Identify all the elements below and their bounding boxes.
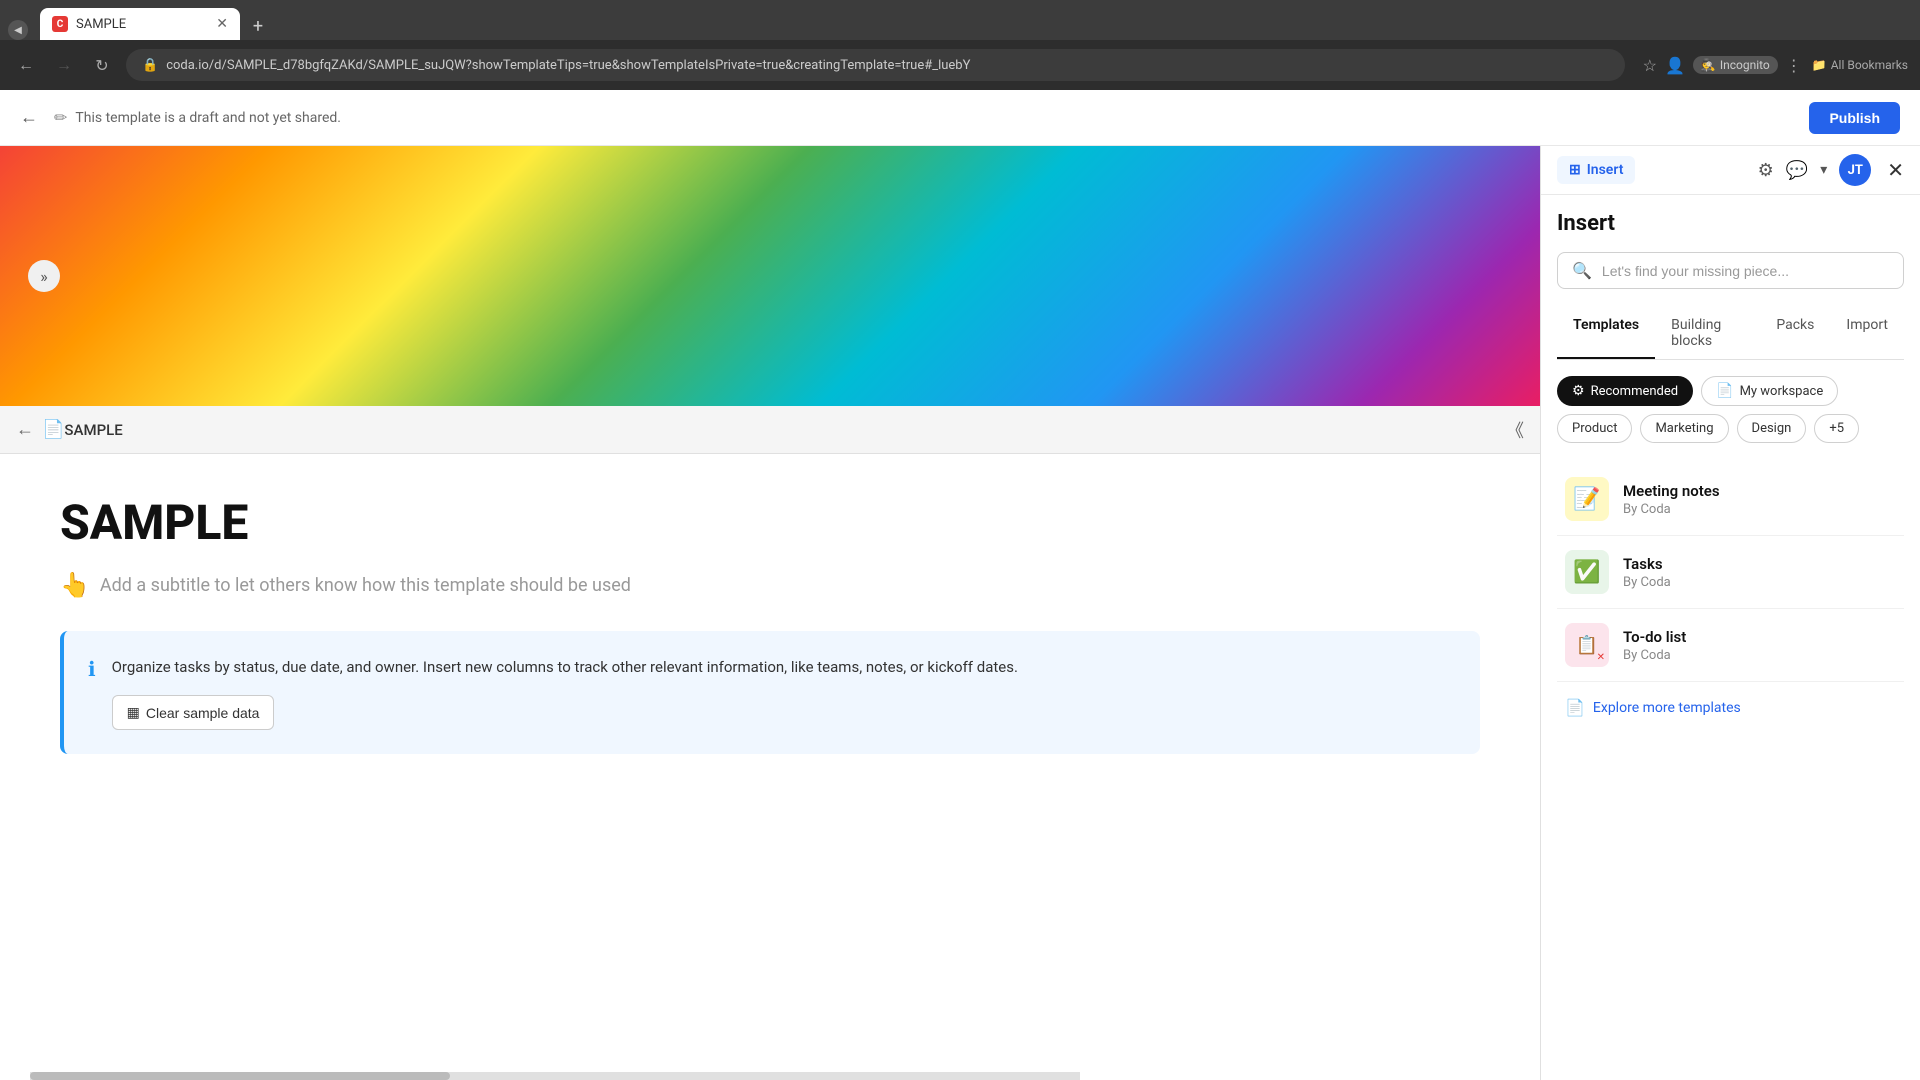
document-area: » ← 📄 SAMPLE 《 SAMPLE 👆 Add a subtitle t…	[0, 146, 1540, 1080]
clear-btn-label: Clear sample data	[146, 705, 260, 721]
template-name-meeting-notes: Meeting notes	[1623, 482, 1896, 500]
insert-panel-insert-button[interactable]: ⊞ Insert	[1557, 156, 1635, 184]
menu-icon[interactable]: ⋮	[1786, 56, 1802, 75]
browser-chrome: ◀ C SAMPLE ✕ + ← → ↻ 🔒 coda.io/d/SAMPLE_…	[0, 0, 1920, 90]
app-header: ← ✏ This template is a draft and not yet…	[0, 90, 1920, 146]
draft-notice: ✏ This template is a draft and not yet s…	[54, 108, 1793, 127]
workspace-icon: 📄	[1716, 383, 1733, 399]
incognito-label: Incognito	[1720, 58, 1770, 72]
active-tab[interactable]: C SAMPLE ✕	[40, 8, 240, 40]
chip-product[interactable]: Product	[1557, 414, 1632, 443]
nav-back-button[interactable]: ←	[12, 51, 40, 79]
template-icon-tasks: ✅	[1565, 550, 1609, 594]
tab-import[interactable]: Import	[1830, 309, 1904, 359]
insert-panel-topbar: ⊞ Insert ⚙ 💬 ▾ JT ✕	[1541, 146, 1920, 195]
tab-favicon: C	[52, 16, 68, 32]
template-icon-todo: 📋 ✕	[1565, 623, 1609, 667]
nav-refresh-button[interactable]: ↻	[88, 51, 116, 79]
template-info-meeting-notes: Meeting notes By Coda	[1623, 482, 1896, 517]
doc-expand-hint[interactable]: »	[28, 260, 60, 292]
template-name-tasks: Tasks	[1623, 555, 1896, 573]
doc-info-text: Organize tasks by status, due date, and …	[112, 655, 1018, 679]
search-icon: 🔍	[1572, 261, 1592, 280]
insert-panel: ⊞ Insert ⚙ 💬 ▾ JT ✕ Insert 🔍 Te	[1540, 146, 1920, 1080]
doc-header-bar: ← 📄 SAMPLE 《	[0, 406, 1540, 454]
publish-button[interactable]: Publish	[1809, 102, 1900, 134]
template-item-tasks[interactable]: ✅ Tasks By Coda	[1557, 536, 1904, 609]
close-panel-button[interactable]: ✕	[1887, 158, 1904, 182]
doc-info-box: ℹ Organize tasks by status, due date, an…	[60, 631, 1480, 754]
doc-back-btn[interactable]: ←	[16, 419, 34, 440]
doc-subtitle-area: 👆 Add a subtitle to let others know how …	[60, 571, 1480, 599]
template-author-meeting-notes: By Coda	[1623, 502, 1896, 517]
chip-design[interactable]: Design	[1737, 414, 1807, 443]
search-input[interactable]	[1602, 263, 1889, 279]
template-icon-meeting-notes: 📝	[1565, 477, 1609, 521]
table-icon: ▦	[127, 704, 140, 721]
comment-icon[interactable]: 💬	[1786, 160, 1808, 181]
nav-forward-button[interactable]: →	[50, 51, 78, 79]
all-bookmarks-link[interactable]: 📁 All Bookmarks	[1812, 58, 1908, 72]
template-list: 📝 Meeting notes By Coda ✅ Tasks By Coda	[1557, 463, 1904, 682]
template-info-todo: To-do list By Coda	[1623, 628, 1896, 663]
address-lock-icon: 🔒	[142, 58, 158, 73]
insert-panel-body: Insert 🔍 Templates Building blocks Packs…	[1541, 195, 1920, 1080]
chip-marketing[interactable]: Marketing	[1640, 414, 1728, 443]
template-author-tasks: By Coda	[1623, 575, 1896, 590]
dropdown-icon[interactable]: ▾	[1820, 162, 1827, 178]
template-author-todo: By Coda	[1623, 648, 1896, 663]
insert-tabs: Templates Building blocks Packs Import	[1557, 309, 1904, 360]
tab-packs[interactable]: Packs	[1760, 309, 1830, 359]
doc-collapse-btn[interactable]: 《	[1506, 417, 1524, 443]
address-bar[interactable]: 🔒 coda.io/d/SAMPLE_d78bgfqZAKd/SAMPLE_su…	[126, 49, 1625, 81]
explore-label: Explore more templates	[1593, 700, 1741, 716]
scrollbar-thumb	[30, 1072, 450, 1080]
info-icon: ℹ	[88, 657, 96, 730]
doc-content: SAMPLE 👆 Add a subtitle to let others kn…	[0, 454, 1540, 794]
incognito-icon: 🕵	[1701, 58, 1716, 72]
incognito-badge: 🕵 Incognito	[1693, 56, 1778, 74]
draft-notice-text: This template is a draft and not yet sha…	[75, 110, 341, 126]
template-item-meeting-notes[interactable]: 📝 Meeting notes By Coda	[1557, 463, 1904, 536]
doc-file-icon: 📄	[42, 419, 64, 440]
insert-search-box[interactable]: 🔍	[1557, 252, 1904, 289]
profile-icon[interactable]: 👤	[1665, 56, 1685, 75]
subtitle-placeholder-text: Add a subtitle to let others know how th…	[100, 575, 631, 596]
filter-chips: ⚙ Recommended 📄 My workspace Product Mar…	[1557, 376, 1904, 443]
subtitle-emoji: 👆	[60, 571, 90, 599]
insert-btn-label: Insert	[1587, 162, 1624, 178]
tab-building-blocks[interactable]: Building blocks	[1655, 309, 1760, 359]
chip-more[interactable]: +5	[1814, 414, 1859, 443]
recommended-icon: ⚙	[1572, 383, 1585, 399]
tab-close-icon[interactable]: ✕	[216, 16, 228, 32]
explore-icon: 📄	[1565, 698, 1585, 717]
user-avatar[interactable]: JT	[1839, 154, 1871, 186]
settings-icon[interactable]: ⚙	[1758, 160, 1774, 181]
tab-control-btn[interactable]: ◀	[8, 20, 28, 40]
template-item-todo-list[interactable]: 📋 ✕ To-do list By Coda	[1557, 609, 1904, 682]
doc-main-title: SAMPLE	[60, 494, 1480, 551]
doc-cover-image: »	[0, 146, 1540, 406]
star-icon[interactable]: ☆	[1643, 56, 1657, 75]
header-back-button[interactable]: ←	[20, 107, 38, 128]
draft-pencil-icon: ✏	[54, 108, 67, 127]
tab-title: SAMPLE	[76, 17, 126, 32]
template-name-todo: To-do list	[1623, 628, 1896, 646]
horizontal-scrollbar[interactable]	[30, 1072, 1080, 1080]
clear-sample-data-button[interactable]: ▦ Clear sample data	[112, 695, 275, 730]
insert-panel-title: Insert	[1557, 211, 1904, 236]
address-url: coda.io/d/SAMPLE_d78bgfqZAKd/SAMPLE_suJQ…	[166, 58, 970, 73]
bookmarks-icon: 📁	[1812, 58, 1827, 72]
chip-recommended[interactable]: ⚙ Recommended	[1557, 376, 1693, 406]
new-tab-button[interactable]: +	[244, 12, 272, 40]
template-info-tasks: Tasks By Coda	[1623, 555, 1896, 590]
chip-my-workspace[interactable]: 📄 My workspace	[1701, 376, 1838, 406]
explore-more-templates-link[interactable]: 📄 Explore more templates	[1557, 682, 1904, 733]
grid-icon: ⊞	[1569, 162, 1581, 178]
tab-templates[interactable]: Templates	[1557, 309, 1655, 359]
doc-title-bar: SAMPLE	[64, 421, 122, 439]
